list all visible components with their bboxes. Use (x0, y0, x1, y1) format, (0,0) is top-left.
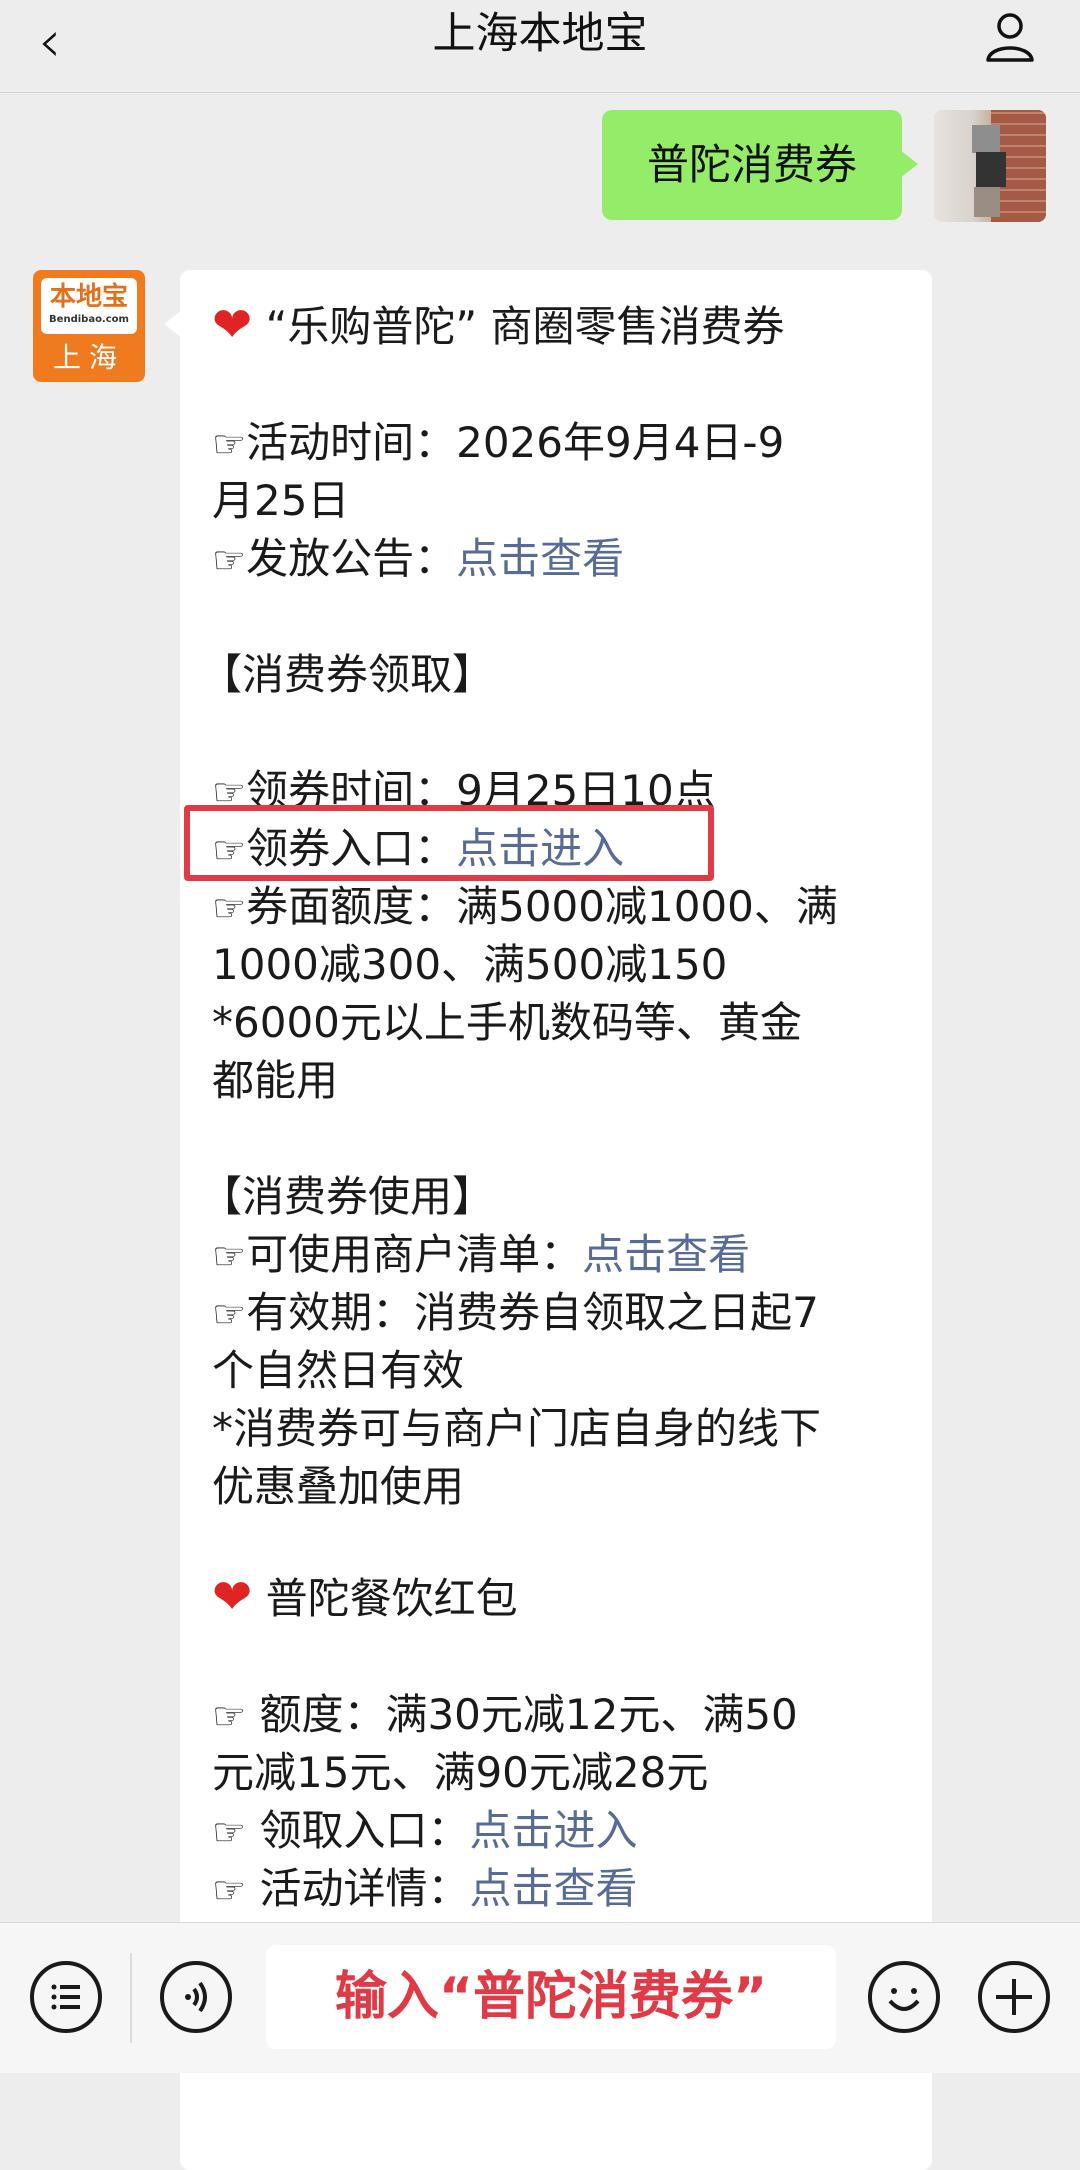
pointing-hand-icon: ☞ (212, 538, 247, 582)
pointing-hand-icon: ☞ (212, 422, 247, 466)
smiley-icon (888, 1988, 920, 2011)
face-value-continued: 1000减300、满500减150 (212, 940, 728, 989)
activity-time-continued: 月25日 (212, 476, 350, 525)
list-icon (51, 1984, 80, 2010)
bar-divider (130, 1953, 132, 2043)
receive-entry-link[interactable]: 点击进入 (469, 1806, 637, 1855)
pointing-hand-icon: ☞ (212, 1292, 247, 1336)
avatar-blur-block (972, 125, 1000, 153)
menu-list-icon[interactable] (30, 1961, 102, 2033)
avatar-blur-block (976, 152, 1006, 187)
official-account-avatar[interactable]: 本地宝 Bendibao.com 上海 (33, 270, 145, 382)
note-line: *6000元以上手机数码等、黄金 (212, 998, 802, 1047)
merchant-list-row: ☞可使用商户清单：点击查看 (212, 1230, 751, 1279)
note-line-continued: 优惠叠加使用 (212, 1462, 465, 1511)
plus-icon[interactable] (978, 1961, 1050, 2033)
amount-continued: 元减15元、满90元减28元 (212, 1748, 709, 1797)
receive-entry-row: ☞ 领取入口：点击进入 (212, 1806, 638, 1855)
bottom-input-bar: 输入“普陀消费券” (0, 1922, 1080, 2073)
avatar-blur-block (974, 187, 1000, 217)
emoji-icon[interactable] (868, 1961, 940, 2033)
chat-title: 上海本地宝 (432, 9, 648, 59)
pointing-hand-icon: ☞ (212, 1234, 247, 1278)
sent-message-bubble[interactable]: 普陀消费券 (602, 110, 918, 220)
avatar-logo-url: Bendibao.com (49, 314, 129, 325)
pointing-hand-icon: ☞ (212, 886, 247, 930)
amount-row: ☞ 额度：满30元减12元、满50 (212, 1690, 798, 1739)
face-value-row: ☞券面额度：满5000减1000、满 (212, 882, 838, 931)
heart-icon: ❤ (212, 1569, 253, 1625)
heart-icon: ❤ (212, 297, 253, 353)
profile-icon[interactable] (980, 6, 1040, 66)
note-line-continued: 都能用 (212, 1056, 339, 1105)
top-navigation-bar: ‹ 上海本地宝 (0, 0, 1080, 93)
coupon-use-heading: 【消费券使用】 (200, 1172, 495, 1221)
self-avatar[interactable] (934, 110, 1046, 222)
sound-wave-icon (185, 1981, 207, 2013)
section-title-retail-coupons: ❤ “乐购普陀” 商圈零售消费券 (212, 297, 785, 353)
validity-row: ☞有效期：消费券自领取之日起7 (212, 1288, 819, 1337)
activity-time-row: ☞活动时间：2026年9月4日-9 (212, 418, 785, 467)
avatar-logo-text: 本地宝 (49, 282, 128, 312)
details-link[interactable]: 点击查看 (469, 1864, 637, 1913)
pointing-hand-icon: ☞ (212, 1868, 247, 1912)
merchant-list-link[interactable]: 点击查看 (582, 1230, 750, 1279)
coupon-claim-heading: 【消费券领取】 (200, 650, 495, 699)
pointing-hand-icon: ☞ (212, 1694, 247, 1738)
section-title-dining: ❤ 普陀餐饮红包 (212, 1569, 518, 1625)
notice-link[interactable]: 点击查看 (456, 534, 624, 583)
pointing-hand-icon: ☞ (212, 1810, 247, 1854)
avatar-logo: 本地宝 Bendibao.com (41, 278, 137, 334)
highlight-annotation-box (184, 805, 714, 881)
validity-continued: 个自然日有效 (212, 1346, 465, 1395)
voice-input-icon[interactable] (160, 1961, 232, 2033)
message-input[interactable]: 输入“普陀消费券” (266, 1945, 836, 2049)
note-line: *消费券可与商户门店自身的线下 (212, 1404, 822, 1453)
add-icon (996, 1979, 1032, 2015)
avatar-city: 上海 (52, 341, 125, 374)
notice-row: ☞发放公告：点击查看 (212, 534, 625, 583)
details-row: ☞ 活动详情：点击查看 (212, 1864, 638, 1913)
